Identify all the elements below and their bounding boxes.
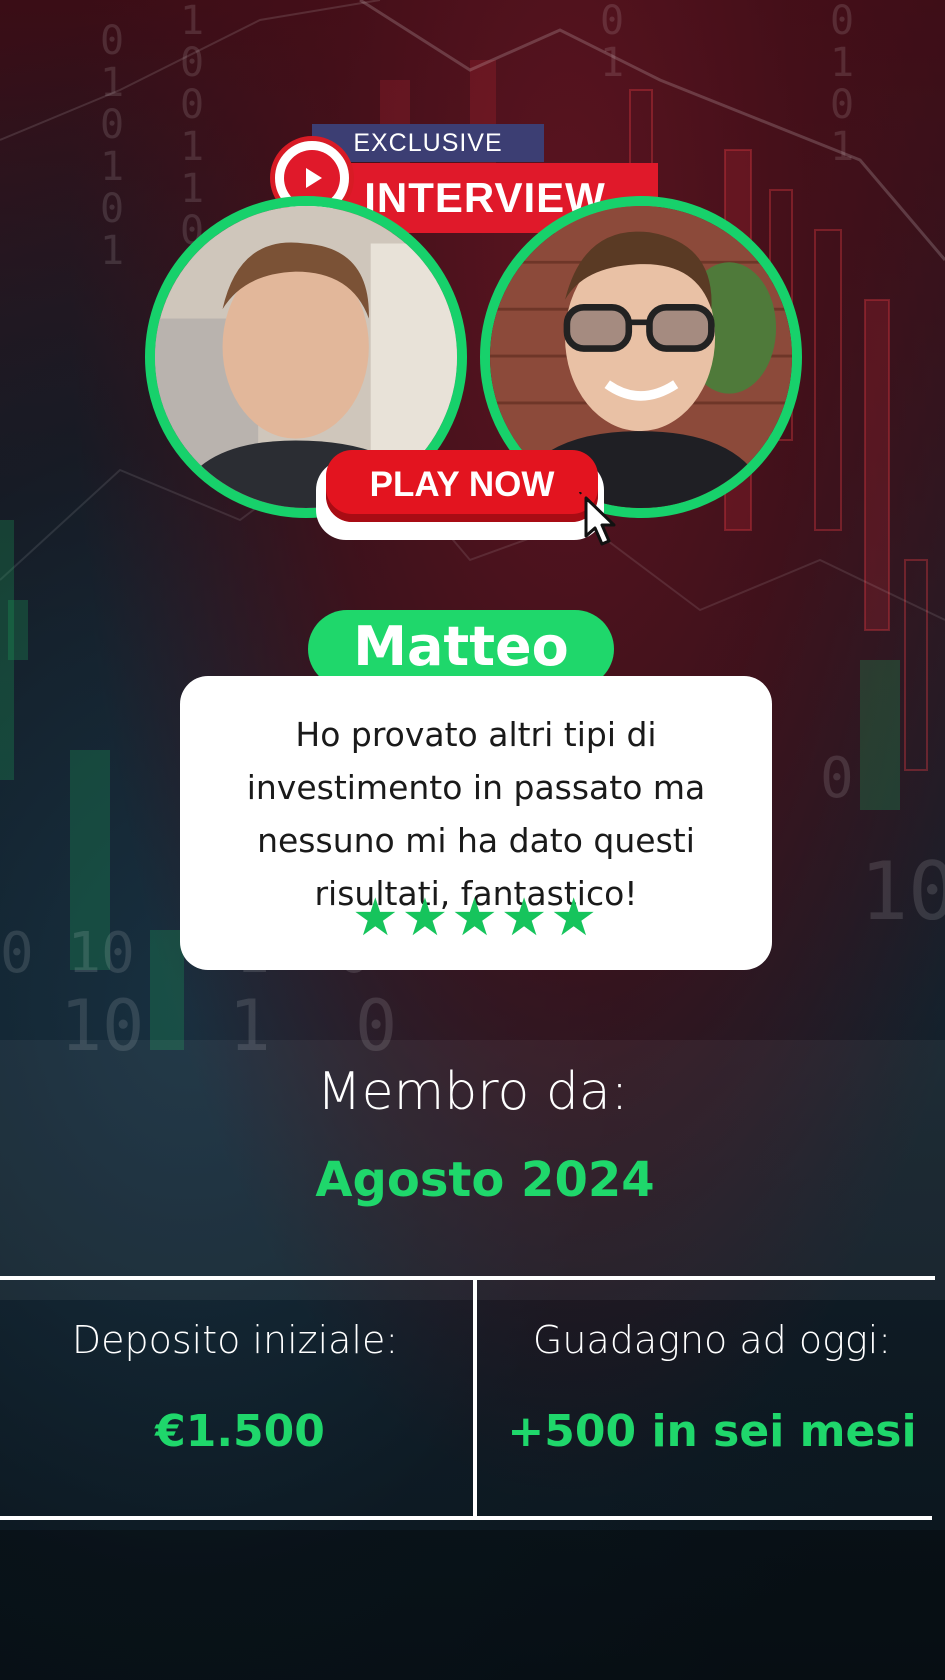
deposit-value: €1.500 [155,1406,325,1457]
testimonial-line: investimento in passato ma [246,768,706,807]
star-rating: ★★★★★ [351,889,601,947]
stats-vertical-divider [473,1278,477,1518]
testimonial-line: Ho provato altri tipi di [295,715,657,754]
deposit-label: Deposito iniziale: [71,1318,399,1362]
pointer-cursor-icon [578,492,616,546]
gain-label: Guadagno ad oggi: [532,1318,892,1362]
member-since-date: Agosto 2024 [315,1152,655,1208]
gain-value: +500 in sei mesi [507,1406,917,1457]
play-now-button[interactable]: PLAY NOW [326,450,598,522]
testimonial-card: Ho provato altri tipi di investimento in… [180,676,772,970]
member-since-label: Membro da: [316,1062,629,1122]
stats-top-divider [0,1276,935,1280]
testimonial-line: nessuno mi ha dato questi [257,821,695,860]
stats-bottom-divider [0,1516,932,1520]
